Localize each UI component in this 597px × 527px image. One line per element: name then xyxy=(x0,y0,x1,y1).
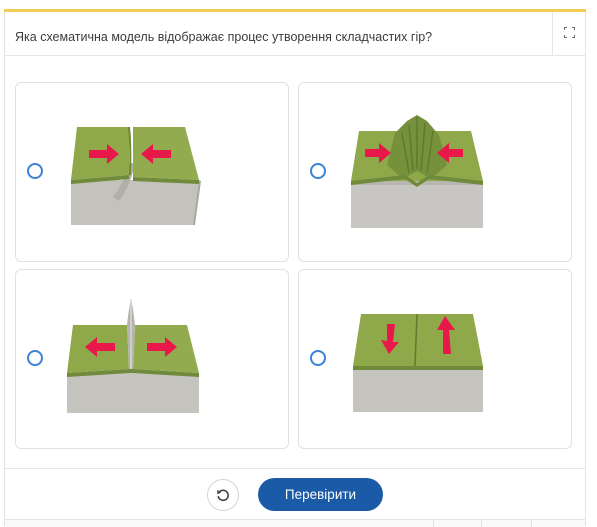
check-button[interactable]: Перевірити xyxy=(258,478,383,511)
radio-option-d[interactable] xyxy=(310,350,326,366)
fold-mountains-illustration xyxy=(351,115,483,228)
fullscreen-button[interactable] xyxy=(552,12,585,55)
footer-bar: Перевірити xyxy=(5,468,585,520)
answer-option-c[interactable] xyxy=(15,269,289,449)
fullscreen-icon xyxy=(564,27,575,38)
question-bar: Яка схематична модель відображає процес … xyxy=(5,12,585,56)
reset-icon xyxy=(217,489,229,502)
answer-option-b[interactable] xyxy=(298,82,572,262)
question-text: Яка схематична модель відображає процес … xyxy=(15,30,433,44)
radio-option-a[interactable] xyxy=(27,163,43,179)
radio-option-b[interactable] xyxy=(310,163,326,179)
answer-option-a[interactable] xyxy=(15,82,289,262)
radio-option-c[interactable] xyxy=(27,350,43,366)
subduction-illustration xyxy=(71,126,201,225)
answer-option-d[interactable] xyxy=(298,269,572,449)
rift-illustration xyxy=(67,299,199,413)
reset-button[interactable] xyxy=(207,479,239,511)
transform-fault-illustration xyxy=(353,313,483,412)
